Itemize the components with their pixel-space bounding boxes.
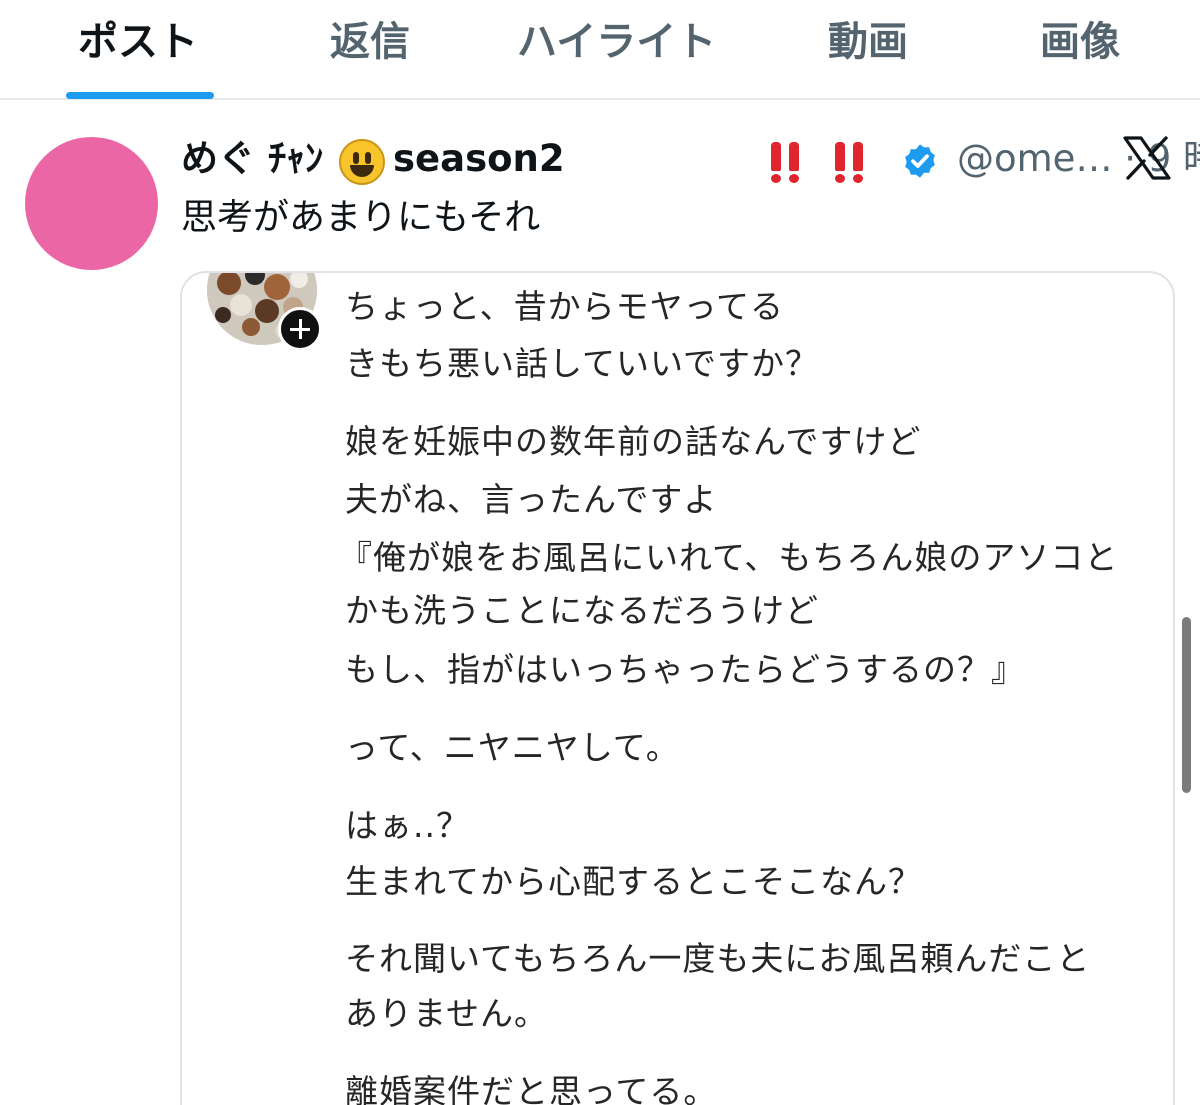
tab-highlights[interactable]: ハイライト: [517, 14, 716, 70]
tab-videos[interactable]: 動画: [828, 14, 908, 70]
embedded-text-line: かも洗うことになるだろうけど: [345, 591, 820, 630]
embedded-text-line: って、ニヤニヤして。: [345, 728, 680, 767]
verified-badge-icon: [905, 144, 935, 178]
embedded-text-line: ちょっと、昔からモヤってる: [345, 287, 785, 326]
embedded-text-line: 夫がね、言ったんですよ: [345, 480, 718, 519]
embedded-text-line: 娘を妊娠中の数年前の話なんですけど: [345, 422, 922, 461]
embedded-text-line: 生まれてから心配するとこそこなん？: [345, 862, 923, 901]
embedded-text-line: それ聞いてもちろん一度も夫にお風呂頼んだこと: [345, 939, 1091, 978]
tab-posts[interactable]: ポスト: [78, 14, 198, 70]
x-logo-icon[interactable]: [1123, 136, 1171, 180]
active-tab-indicator: [66, 92, 214, 99]
scrollbar[interactable]: [1182, 617, 1191, 793]
profile-tabs: ポスト 返信 ハイライト 動画 画像: [0, 0, 1200, 100]
embedded-text-line: ありません。: [345, 994, 549, 1033]
follow-plus-icon: [278, 307, 322, 351]
embedded-text-line: はぁ..？: [345, 806, 470, 845]
tweet-header: めぐ ﾁｬﾝ season2 @ome… · 9 時間: [181, 130, 1200, 188]
smiley-face-icon: [339, 139, 385, 185]
embedded-text-line: きもち悪い話していいですか？: [345, 344, 820, 383]
profile-page: ポスト 返信 ハイライト 動画 画像 めぐ ﾁｬﾝ season2 @ome… …: [0, 0, 1200, 1105]
display-name-suffix[interactable]: season2: [393, 130, 565, 188]
embedded-text-line: 『俺が娘をお風呂にいれて、もちろん娘のアソコと: [339, 538, 1119, 577]
tab-replies[interactable]: 返信: [330, 14, 410, 70]
tweet-text: 思考があまりにもそれ: [181, 197, 541, 238]
tab-images[interactable]: 画像: [1040, 14, 1120, 70]
avatar[interactable]: [25, 137, 158, 270]
display-name[interactable]: めぐ ﾁｬﾝ: [181, 130, 323, 188]
embedded-text-line: もし、指がはいっちゃったらどうするの？』: [345, 650, 1025, 689]
embedded-text-line: 離婚案件だと思ってる。: [345, 1072, 718, 1105]
tweet-media-image[interactable]: ちょっと、昔からモヤってる きもち悪い話していいですか？ 娘を妊娠中の数年前の話…: [180, 271, 1175, 1105]
